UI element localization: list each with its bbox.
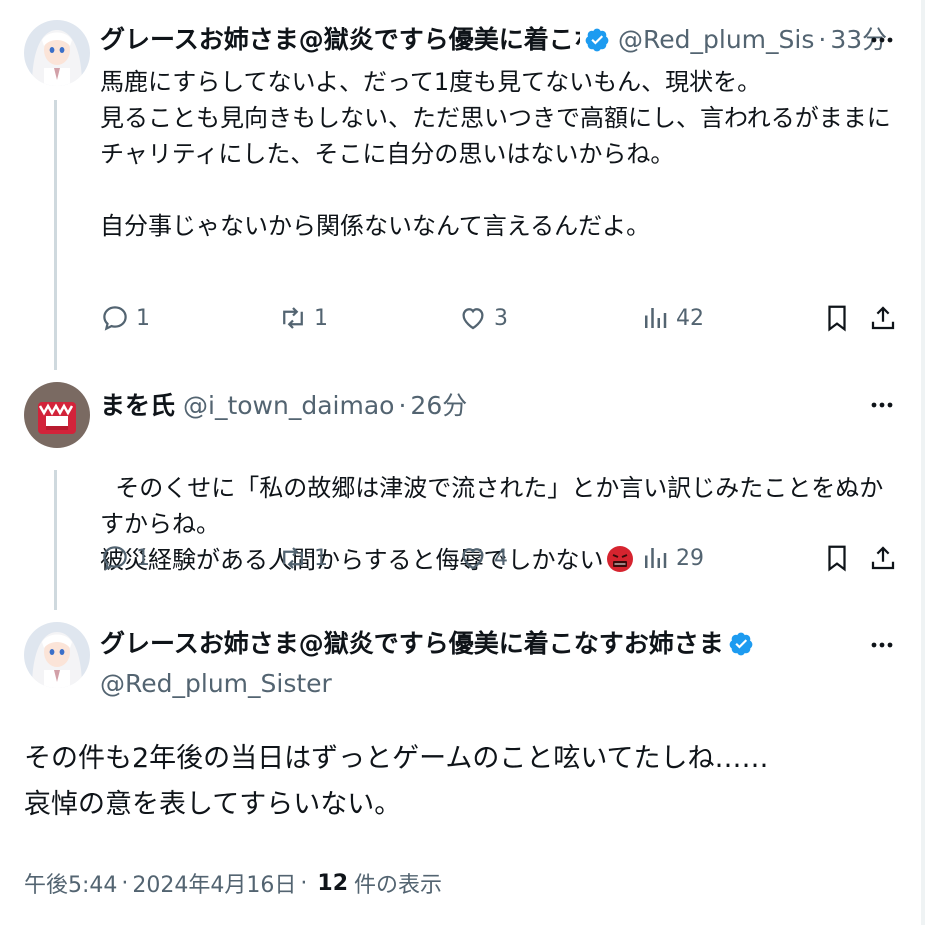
avatar[interactable] — [24, 622, 90, 688]
tweet-actions: 1 1 4 29 — [100, 538, 895, 578]
repost-button[interactable]: 1 — [278, 538, 328, 578]
reply-icon — [103, 546, 127, 571]
separator: · — [818, 25, 827, 54]
tweet-actions: 1 1 3 42 — [100, 298, 895, 338]
repost-button[interactable]: 1 — [278, 298, 328, 338]
avatar[interactable] — [24, 20, 90, 86]
reply-count: 1 — [136, 305, 150, 331]
tweet-header: グレースお姉さま@獄炎ですら優美に着こなすお姉 @Red_plum_Sis · … — [100, 20, 887, 60]
separator: · — [121, 870, 129, 896]
thread-connector — [54, 100, 57, 370]
tweet-text: 馬鹿にすらしてないよ、だって1度も見てないもん、現状を。 見ることも見向きもしな… — [100, 68, 891, 240]
main-tweet-header: グレースお姉さま@獄炎ですら優美に着こなすお姉さま — [100, 624, 762, 664]
display-name[interactable]: まを氏 — [100, 391, 175, 421]
verified-badge-icon — [728, 631, 754, 657]
reply-icon — [103, 306, 127, 331]
separator: · — [300, 870, 308, 896]
separator: · — [398, 391, 407, 420]
repost-icon — [283, 547, 303, 569]
bookmark-button[interactable] — [822, 538, 852, 578]
views-icon — [645, 548, 667, 568]
more-options-icon[interactable] — [869, 392, 895, 418]
tweet-header: まを氏 @i_town_daimao · 26分 — [100, 386, 467, 426]
heart-icon — [462, 548, 484, 570]
main-tweet-text: その件も2年後の当日はずっとゲームのこと呟いてたしね…… 哀悼の意を表してすらい… — [24, 743, 769, 820]
more-options-icon[interactable] — [869, 27, 895, 53]
like-count: 4 — [494, 545, 508, 571]
post-time[interactable]: 午後5:44 — [24, 867, 117, 899]
repost-count: 1 — [314, 545, 328, 571]
reply-count: 1 — [136, 545, 150, 571]
repost-count: 1 — [314, 305, 328, 331]
tweet-meta: 午後5:44 · 2024年4月16日 · 12 件の表示 — [24, 866, 442, 900]
avatar[interactable] — [24, 382, 90, 448]
like-button[interactable]: 4 — [458, 538, 508, 578]
share-icon — [871, 546, 895, 570]
reply-button[interactable]: 1 — [100, 298, 150, 338]
views-button[interactable]: 42 — [640, 298, 704, 338]
bookmark-icon — [828, 305, 846, 332]
bookmark-button[interactable] — [822, 298, 852, 338]
handle[interactable]: @i_town_daimao — [183, 391, 394, 421]
handle[interactable]: @Red_plum_Sister — [100, 669, 332, 699]
main-tweet-handle-row: @Red_plum_Sister — [100, 664, 332, 704]
views-icon — [645, 308, 667, 328]
display-name[interactable]: グレースお姉さま@獄炎ですら優美に着こなすお姉さま — [100, 629, 724, 659]
more-options-icon[interactable] — [869, 632, 895, 658]
views-count: 42 — [676, 305, 704, 331]
thread-connector — [54, 470, 57, 610]
views-label: 件の表示 — [354, 873, 443, 898]
repost-icon — [283, 307, 303, 329]
like-count: 3 — [494, 305, 508, 331]
views-count: 12 — [317, 870, 349, 896]
views-button[interactable]: 29 — [640, 538, 704, 578]
display-name[interactable]: グレースお姉さま@獄炎ですら優美に着こなすお姉 — [100, 25, 580, 55]
handle[interactable]: @Red_plum_Sis — [618, 25, 814, 55]
verified-badge-icon — [584, 27, 610, 53]
share-icon — [871, 306, 895, 330]
views-count: 29 — [676, 545, 704, 571]
post-date[interactable]: 2024年4月16日 — [132, 867, 296, 899]
share-button[interactable] — [868, 538, 898, 578]
bookmark-icon — [828, 545, 846, 572]
scrollbar-track[interactable] — [921, 0, 925, 925]
timestamp[interactable]: 26分 — [410, 391, 467, 421]
share-button[interactable] — [868, 298, 898, 338]
heart-icon — [462, 308, 484, 330]
reply-button[interactable]: 1 — [100, 538, 150, 578]
like-button[interactable]: 3 — [458, 298, 508, 338]
